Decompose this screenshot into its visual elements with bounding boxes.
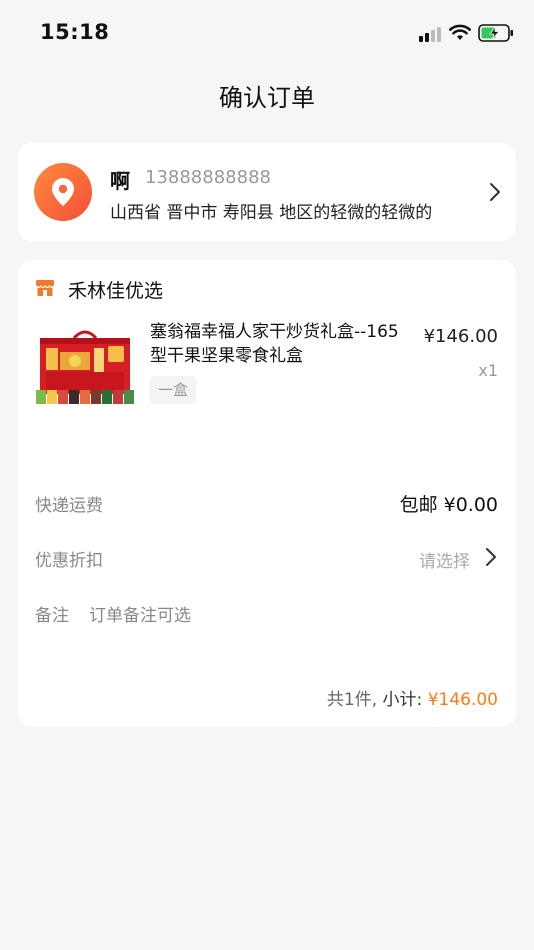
product-image[interactable]: [34, 328, 136, 412]
recipient-phone: 13888888888: [145, 167, 271, 188]
item-count: 共1件,: [326, 690, 378, 710]
store-name: 禾林佳优选: [68, 280, 164, 302]
battery-charging-icon: [478, 24, 513, 42]
product-price: ¥146.00: [423, 326, 498, 347]
wifi-icon: [449, 24, 471, 40]
discount-select[interactable]: 请选择: [419, 547, 470, 572]
chevron-right-icon[interactable]: [488, 181, 502, 203]
status-bar: 15:18: [0, 0, 534, 64]
product-quantity: x1: [478, 361, 498, 380]
chevron-right-icon[interactable]: [484, 546, 498, 568]
product-name[interactable]: 塞翁福幸福人家干炒货礼盒--165型干果坚果零食礼盒: [150, 320, 400, 368]
product-spec-tag: 一盒: [150, 376, 197, 404]
status-time: 15:18: [40, 20, 110, 44]
address-card[interactable]: 啊 13888888888 山西省 晋中市 寿阳县 地区的轻微的轻微的: [18, 143, 516, 241]
page-title: 确认订单: [219, 84, 315, 112]
order-note-input[interactable]: 订单备注可选: [89, 601, 191, 626]
order-summary: 共1件, 小计: ¥146.00: [327, 685, 498, 710]
subtotal-label: 小计:: [382, 690, 423, 710]
subtotal-amount: ¥146.00: [427, 690, 498, 710]
recipient-name: 啊: [110, 169, 130, 193]
discount-label: 优惠折扣: [35, 551, 103, 571]
note-label: 备注: [35, 606, 69, 626]
address-detail: 山西省 晋中市 寿阳县 地区的轻微的轻微的: [110, 203, 433, 223]
shipping-value: 包邮 ¥0.00: [399, 494, 498, 516]
store-icon: [35, 280, 55, 296]
cellular-signal-icon: [419, 27, 441, 42]
shipping-label: 快递运费: [35, 496, 103, 516]
location-pin-icon: [34, 163, 92, 221]
order-card: 禾林佳优选 塞翁福幸福人家干炒货礼盒--165型干果坚果零食礼盒 一盒 ¥146…: [18, 260, 516, 727]
